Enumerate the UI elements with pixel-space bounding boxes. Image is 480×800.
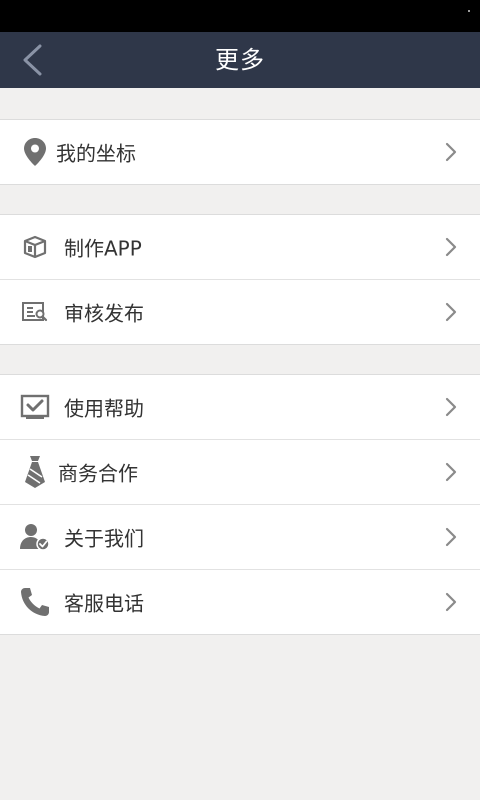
tie-icon — [18, 455, 52, 489]
menu-item-my-location[interactable]: 我的坐标 — [0, 120, 480, 184]
nav-bar: 更多 — [0, 32, 480, 88]
menu-item-customer-phone[interactable]: 客服电话 — [0, 569, 480, 634]
menu-item-label: 关于我们 — [64, 526, 144, 551]
menu-item-label: 制作APP — [64, 236, 142, 261]
chevron-right-icon — [445, 142, 457, 162]
page-title: 更多 — [215, 46, 265, 74]
back-button[interactable] — [12, 40, 52, 80]
menu-item-label: 我的坐标 — [56, 141, 136, 166]
menu-item-label: 客服电话 — [64, 591, 144, 616]
chevron-right-icon — [445, 527, 457, 547]
chevron-right-icon — [445, 302, 457, 322]
menu-item-review-publish[interactable]: 审核发布 — [0, 279, 480, 344]
menu-item-about-us[interactable]: 关于我们 — [0, 504, 480, 569]
menu-item-label: 审核发布 — [64, 301, 144, 326]
checkbox-help-icon — [18, 390, 52, 424]
document-search-icon — [18, 295, 52, 329]
status-indicator — [468, 10, 470, 12]
status-bar — [0, 0, 480, 32]
phone-icon — [18, 585, 52, 619]
user-check-icon — [18, 520, 52, 554]
menu-item-business[interactable]: 商务合作 — [0, 439, 480, 504]
menu-group-location: 我的坐标 — [0, 119, 480, 185]
chevron-right-icon — [445, 592, 457, 612]
chevron-right-icon — [445, 462, 457, 482]
menu-item-make-app[interactable]: 制作APP — [0, 215, 480, 279]
location-pin-icon — [18, 135, 52, 169]
menu-item-label: 使用帮助 — [64, 396, 144, 421]
menu-item-help[interactable]: 使用帮助 — [0, 375, 480, 439]
menu-group-support: 使用帮助 商务合作 关于我们 客服电话 — [0, 374, 480, 635]
menu-item-label: 商务合作 — [58, 461, 138, 486]
menu-group-app: 制作APP 审核发布 — [0, 214, 480, 345]
chevron-right-icon — [445, 237, 457, 257]
chevron-left-icon — [23, 44, 42, 76]
chevron-right-icon — [445, 397, 457, 417]
box-icon — [18, 230, 52, 264]
